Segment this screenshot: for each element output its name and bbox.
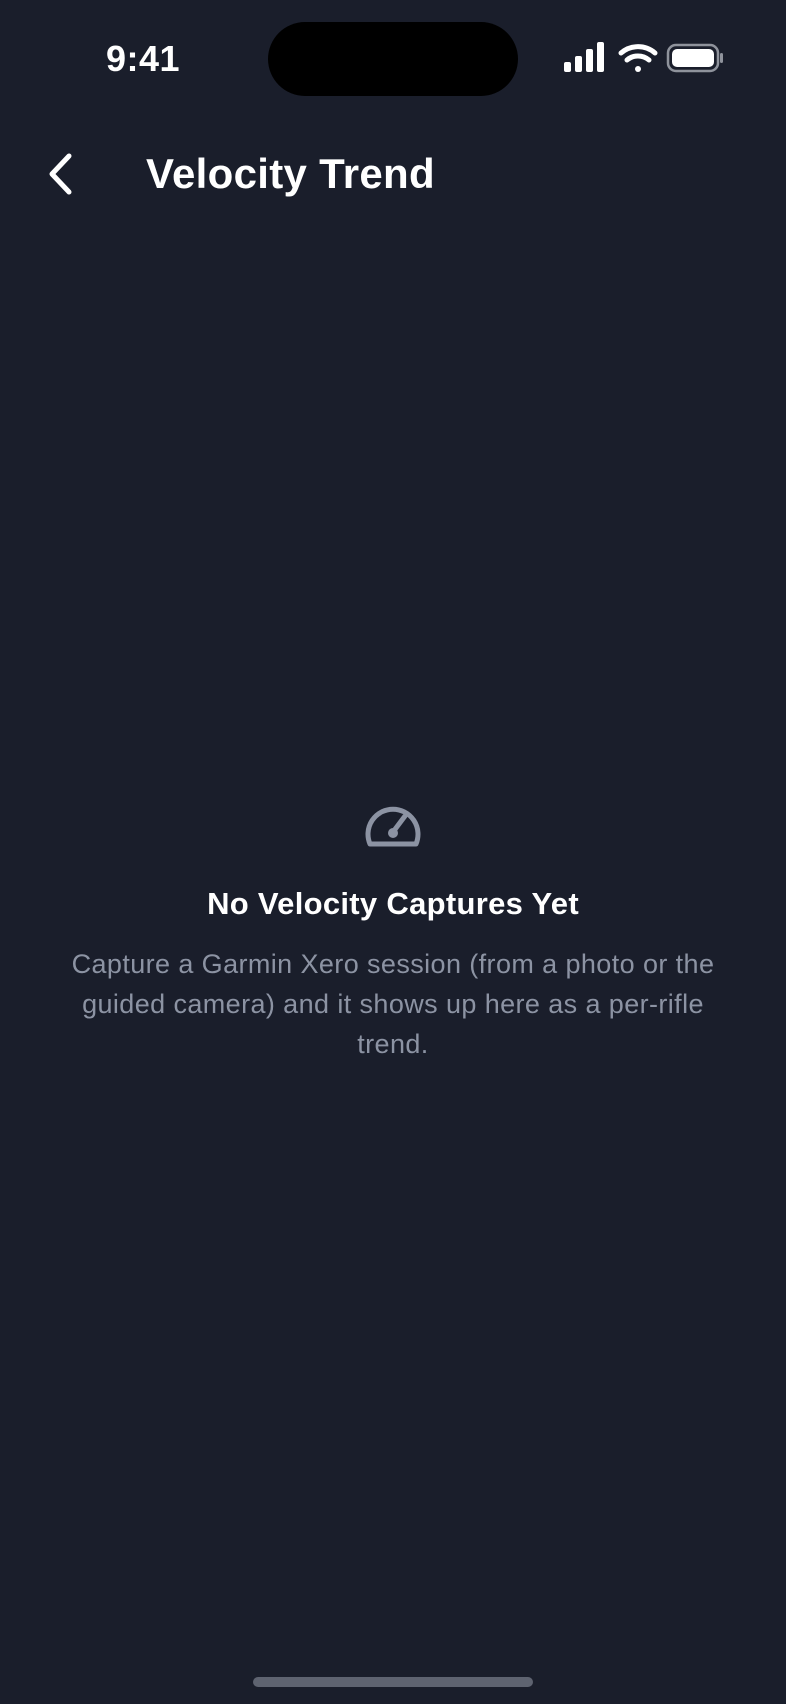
- empty-state-message: Capture a Garmin Xero session (from a ph…: [71, 949, 715, 1059]
- cellular-signal-icon: [564, 42, 604, 72]
- status-time: 9:41: [106, 38, 181, 79]
- dynamic-island: [268, 22, 518, 96]
- status-bar: 9:41: [0, 0, 786, 120]
- back-button[interactable]: [30, 142, 90, 206]
- battery-icon: [666, 43, 723, 73]
- navigation-bar: Velocity Trend: [0, 130, 786, 220]
- empty-state-title: No Velocity Captures Yet: [207, 886, 579, 921]
- home-indicator[interactable]: [253, 1677, 533, 1687]
- wifi-icon: [618, 44, 658, 72]
- page-title: Velocity Trend: [146, 150, 435, 197]
- speedometer-icon: [365, 806, 421, 847]
- empty-state: No Velocity Captures Yet Capture a Garmi…: [0, 800, 786, 1064]
- chevron-left-icon: [49, 153, 72, 195]
- status-icons: [564, 42, 723, 73]
